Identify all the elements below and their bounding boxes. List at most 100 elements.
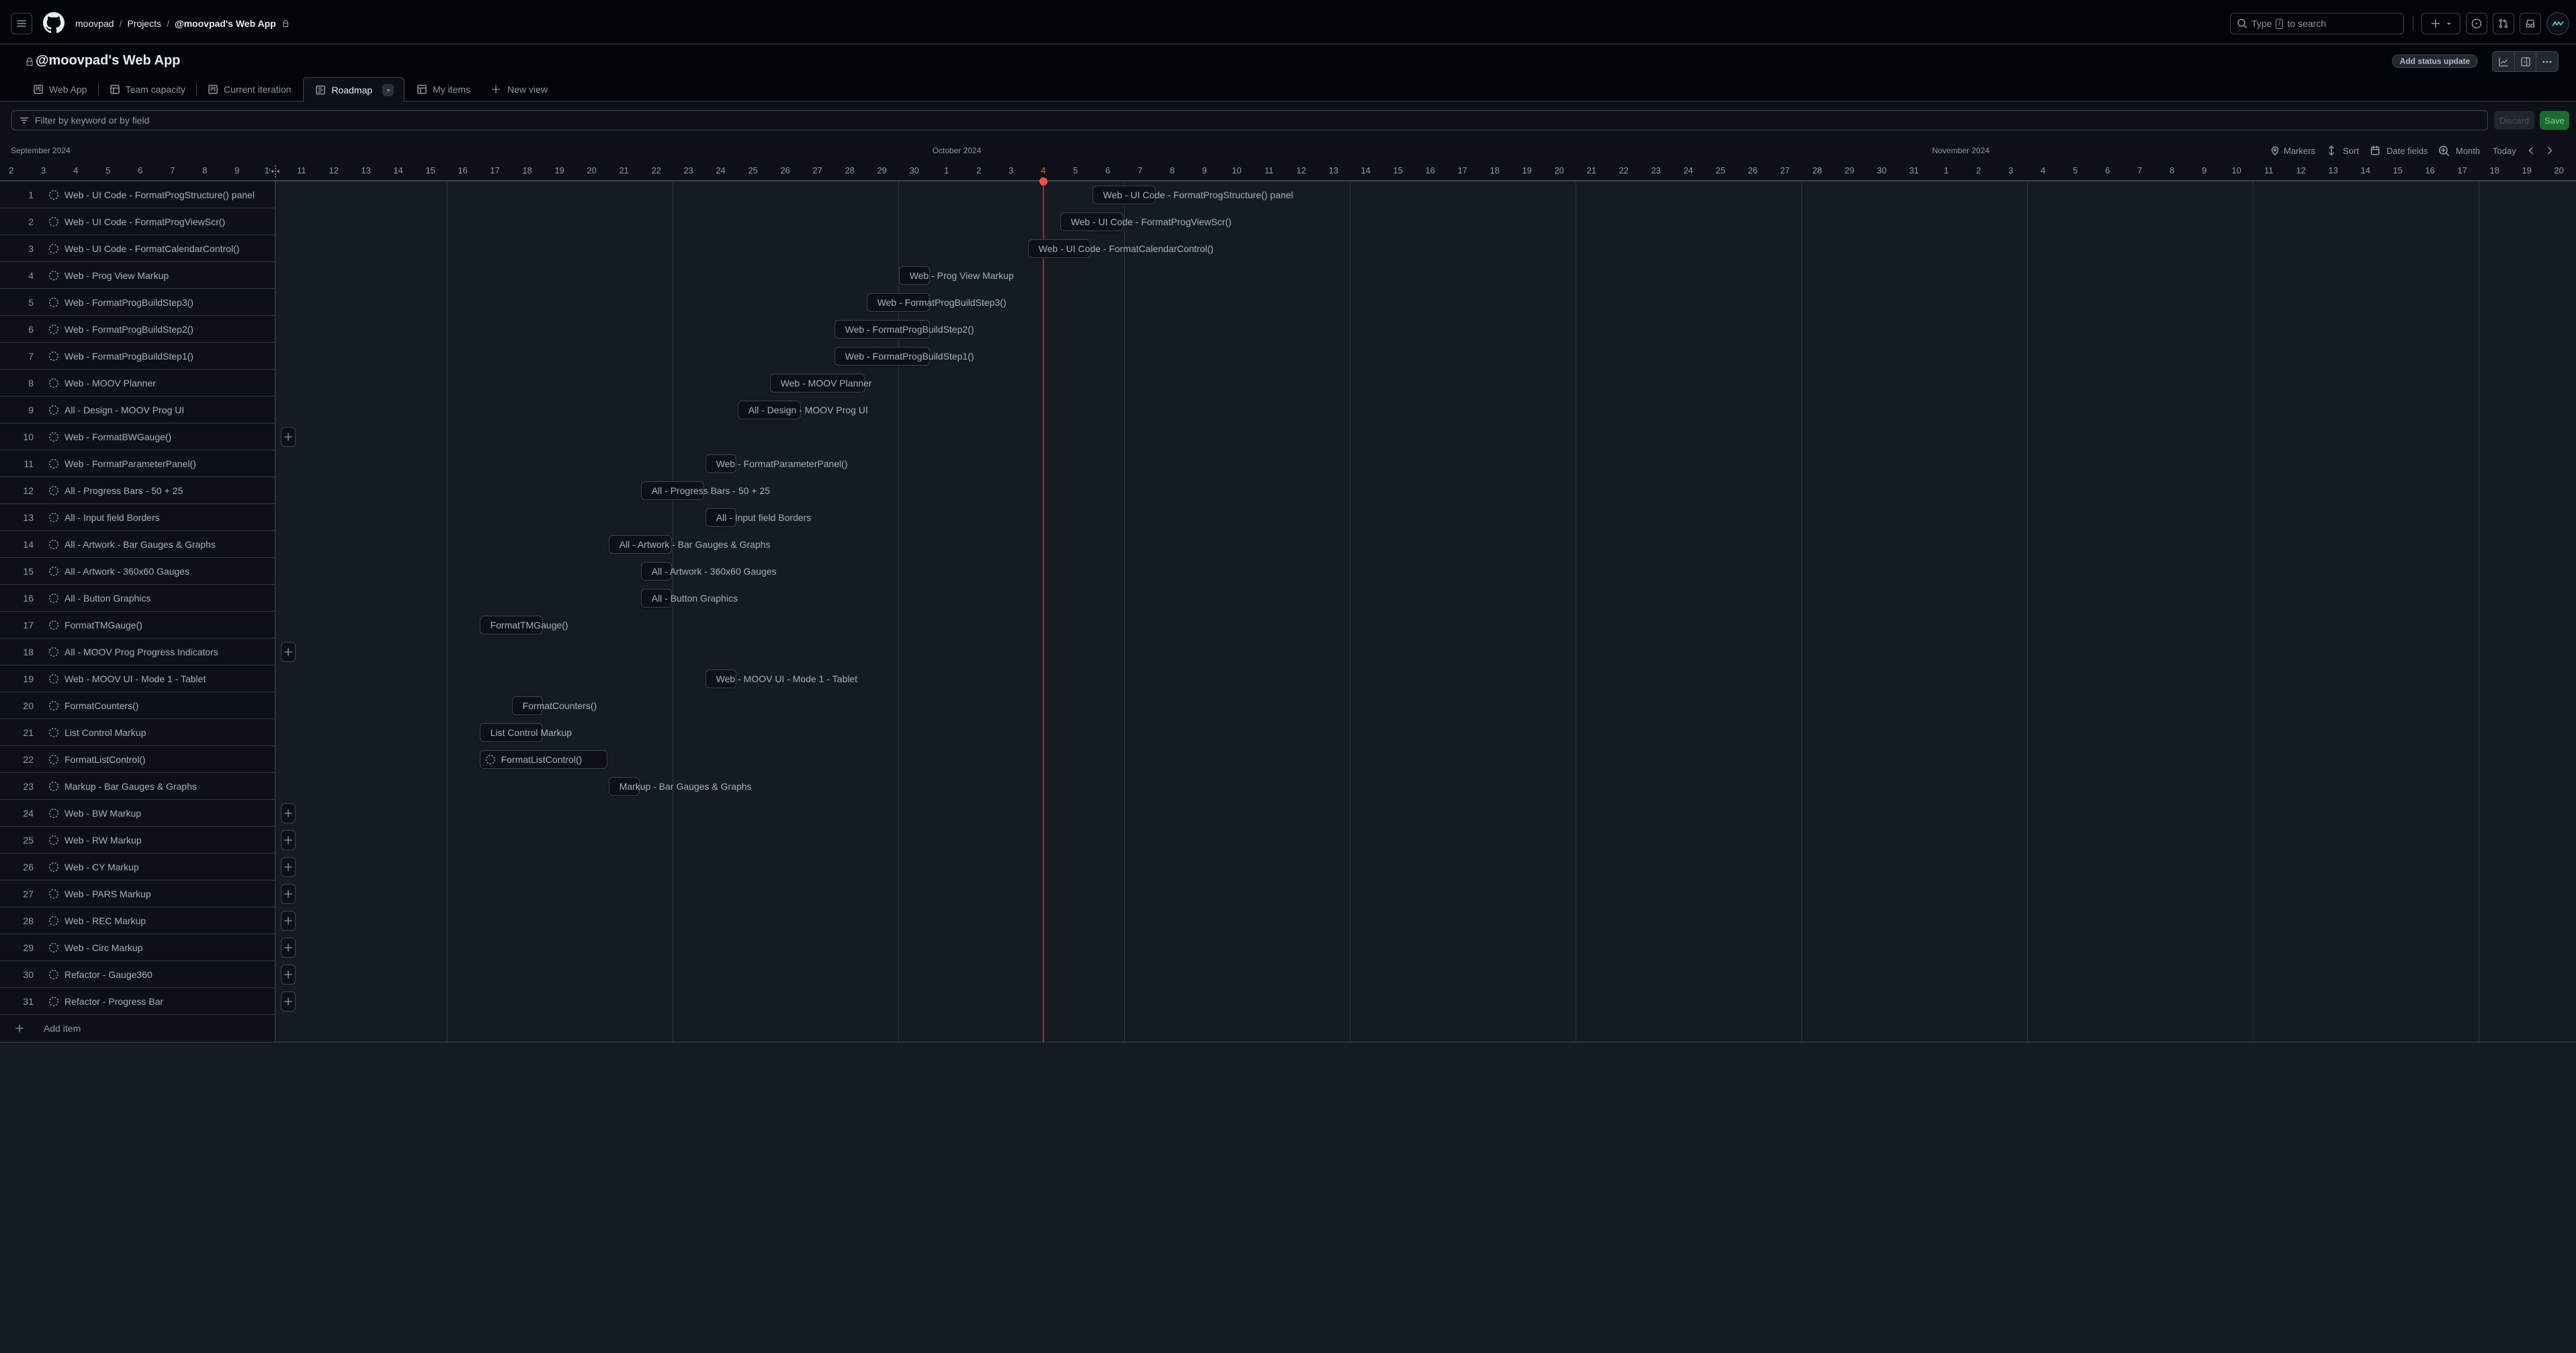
- item-row[interactable]: 14 All - Artwork - Bar Gauges & Graphs: [0, 531, 275, 558]
- item-row[interactable]: 8 Web - MOOV Planner: [0, 370, 275, 397]
- roadmap-item-bar[interactable]: Web - UI Code - FormatProgViewScr(): [1060, 212, 1232, 231]
- item-row[interactable]: 28 Web - REC Markup: [0, 907, 275, 934]
- item-row[interactable]: 31 Refactor - Progress Bar: [0, 988, 275, 1015]
- roadmap-item-bar[interactable]: All - Artwork - Bar Gauges & Graphs: [608, 535, 771, 554]
- item-row[interactable]: 5 Web - FormatProgBuildStep3(): [0, 289, 275, 316]
- item-title[interactable]: All - Artwork - Bar Gauges & Graphs: [65, 539, 216, 550]
- item-title[interactable]: Web - Circ Markup: [65, 942, 142, 953]
- tab-web-app[interactable]: Web App: [22, 77, 98, 101]
- add-dates-button[interactable]: [281, 803, 296, 823]
- item-row[interactable]: 21 List Control Markup: [0, 719, 275, 746]
- discard-button[interactable]: Discard: [2494, 111, 2534, 130]
- scroll-next-button[interactable]: [2546, 145, 2554, 157]
- breadcrumb-project-link[interactable]: @moovpad's Web App: [175, 18, 276, 29]
- item-row[interactable]: 27 Web - PARS Markup: [0, 880, 275, 907]
- column-resize-handle[interactable]: [270, 164, 281, 179]
- roadmap-item-bar[interactable]: All - Button Graphics: [640, 589, 738, 608]
- roadmap-item-bar[interactable]: List Control Markup: [479, 723, 572, 742]
- item-title[interactable]: Web - MOOV Planner: [65, 378, 156, 388]
- toggle-side-panel-button[interactable]: [2515, 52, 2537, 71]
- item-title[interactable]: Web - RW Markup: [65, 835, 142, 846]
- item-row[interactable]: 11 Web - FormatParameterPanel(): [0, 450, 275, 477]
- item-title[interactable]: All - Design - MOOV Prog UI: [65, 405, 184, 415]
- item-row[interactable]: 10 Web - FormatBWGauge(): [0, 423, 275, 450]
- roadmap-item-bar[interactable]: All - Artwork - 360x60 Gauges: [640, 562, 777, 581]
- roadmap-item-bar[interactable]: Markup - Bar Gauges & Graphs: [608, 777, 752, 796]
- filter-input[interactable]: Filter by keyword or by field: [11, 110, 2488, 130]
- item-row[interactable]: 15 All - Artwork - 360x60 Gauges: [0, 558, 275, 585]
- item-row[interactable]: 25 Web - RW Markup: [0, 827, 275, 854]
- item-title[interactable]: Web - FormatBWGauge(): [65, 432, 171, 442]
- item-row[interactable]: 24 Web - BW Markup: [0, 800, 275, 827]
- roadmap-item-bar[interactable]: FormatCounters(): [511, 696, 597, 715]
- item-row[interactable]: 6 Web - FormatProgBuildStep2(): [0, 316, 275, 343]
- item-title[interactable]: Web - REC Markup: [65, 915, 146, 926]
- notifications-inbox-button[interactable]: [2520, 13, 2541, 34]
- view-options-dropdown-button[interactable]: [382, 84, 394, 96]
- add-dates-button[interactable]: [281, 965, 296, 985]
- add-status-update-button[interactable]: Add status update: [2392, 54, 2478, 68]
- roadmap-item-bar[interactable]: FormatListControl(): [479, 750, 607, 769]
- item-row[interactable]: 18 All - MOOV Prog Progress Indicators: [0, 639, 275, 665]
- add-dates-button[interactable]: [281, 830, 296, 850]
- item-title[interactable]: Refactor - Progress Bar: [65, 996, 163, 1007]
- item-title[interactable]: Web - FormatProgBuildStep3(): [65, 297, 194, 308]
- item-title[interactable]: Web - FormatProgBuildStep2(): [65, 324, 194, 335]
- item-row[interactable]: 1 Web - UI Code - FormatProgStructure() p…: [0, 181, 275, 208]
- item-row[interactable]: 16 All - Button Graphics: [0, 585, 275, 612]
- roadmap-item-bar[interactable]: Web - FormatProgBuildStep3(): [866, 293, 1006, 312]
- item-title[interactable]: All - Button Graphics: [65, 593, 151, 604]
- item-row[interactable]: 7 Web - FormatProgBuildStep1(): [0, 343, 275, 370]
- item-title[interactable]: Web - UI Code - FormatCalendarControl(): [65, 243, 239, 254]
- item-title[interactable]: All - MOOV Prog Progress Indicators: [65, 647, 218, 657]
- item-row[interactable]: 19 Web - MOOV UI - Mode 1 - Tablet: [0, 665, 275, 692]
- add-dates-button[interactable]: [281, 991, 296, 1012]
- item-title[interactable]: Markup - Bar Gauges & Graphs: [65, 781, 197, 792]
- markers-button[interactable]: Markers: [2270, 145, 2315, 157]
- item-row[interactable]: 23 Markup - Bar Gauges & Graphs: [0, 773, 275, 800]
- item-row[interactable]: 3 Web - UI Code - FormatCalendarControl(): [0, 235, 275, 262]
- roadmap-item-bar[interactable]: All - Progress Bars - 50 + 25: [640, 481, 770, 500]
- item-row[interactable]: 30 Refactor - Gauge360: [0, 961, 275, 988]
- item-row[interactable]: 26 Web - CY Markup: [0, 854, 275, 880]
- add-dates-button[interactable]: [281, 642, 296, 662]
- item-title[interactable]: Web - UI Code - FormatProgViewScr(): [65, 216, 225, 227]
- roadmap-item-bar[interactable]: Web - Prog View Markup: [898, 266, 1014, 285]
- roadmap-item-bar[interactable]: FormatTMGauge(): [479, 616, 568, 634]
- roadmap-item-bar[interactable]: Web - FormatProgBuildStep1(): [834, 347, 974, 366]
- sort-button[interactable]: Sort: [2327, 145, 2359, 157]
- roadmap-item-bar[interactable]: Web - MOOV Planner: [769, 374, 872, 393]
- github-logo[interactable]: [43, 12, 65, 34]
- item-title[interactable]: FormatListControl(): [65, 754, 146, 765]
- insights-button[interactable]: [2493, 52, 2515, 71]
- item-title[interactable]: All - Input field Borders: [65, 512, 160, 523]
- roadmap-item-bar[interactable]: Web - UI Code - FormatProgStructure() pa…: [1092, 186, 1293, 204]
- item-title[interactable]: Web - Prog View Markup: [65, 270, 169, 281]
- add-dates-button[interactable]: [281, 911, 296, 931]
- item-row[interactable]: 13 All - Input field Borders: [0, 504, 275, 531]
- item-title[interactable]: List Control Markup: [65, 727, 146, 738]
- roadmap-item-bar[interactable]: Web - FormatParameterPanel(): [705, 454, 848, 473]
- add-dates-button[interactable]: [281, 884, 296, 904]
- date-fields-button[interactable]: Date fields: [2370, 145, 2428, 157]
- add-item-row[interactable]: Add item: [0, 1015, 275, 1042]
- item-row[interactable]: 29 Web - Circ Markup: [0, 934, 275, 961]
- your-pull-requests-button[interactable]: [2493, 13, 2514, 34]
- item-row[interactable]: 22 FormatListControl(): [0, 746, 275, 773]
- item-title[interactable]: Web - PARS Markup: [65, 889, 151, 899]
- new-view-button[interactable]: New view: [481, 77, 558, 101]
- item-title[interactable]: FormatCounters(): [65, 700, 138, 711]
- zoom-level-button[interactable]: Month: [2438, 145, 2480, 157]
- item-row[interactable]: 4 Web - Prog View Markup: [0, 262, 275, 289]
- tab-current-iteration[interactable]: Current iteration: [197, 77, 302, 101]
- open-global-navigation-button[interactable]: [11, 13, 32, 34]
- item-title[interactable]: Web - FormatProgBuildStep1(): [65, 351, 194, 362]
- item-title[interactable]: FormatTMGauge(): [65, 620, 142, 630]
- roadmap-item-bar[interactable]: All - Design - MOOV Prog UI: [737, 401, 868, 419]
- item-row[interactable]: 20 FormatCounters(): [0, 692, 275, 719]
- roadmap-item-bar[interactable]: Web - MOOV UI - Mode 1 - Tablet: [705, 669, 857, 688]
- roadmap-item-bar[interactable]: Web - FormatProgBuildStep2(): [834, 320, 974, 339]
- today-button[interactable]: Today: [2493, 145, 2516, 157]
- roadmap-item-bar[interactable]: All - Input field Borders: [705, 508, 811, 527]
- item-title[interactable]: Web - UI Code - FormatProgStructure() pa…: [65, 190, 255, 200]
